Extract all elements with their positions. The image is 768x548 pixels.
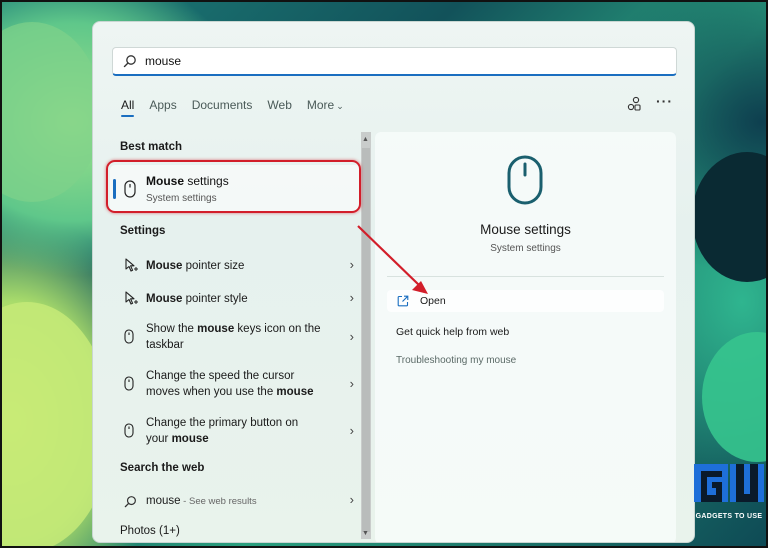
settings-heading: Settings xyxy=(120,225,166,237)
troubleshooting-link[interactable]: Troubleshooting my mouse xyxy=(396,355,516,366)
divider xyxy=(387,276,664,277)
search-web-heading: Search the web xyxy=(120,462,205,474)
web-search-result[interactable]: mouse - See web results › xyxy=(110,490,360,514)
search-icon xyxy=(124,496,136,508)
watermark-text: GADGETS TO USE xyxy=(695,513,763,520)
chevron-down-icon: ⌄ xyxy=(336,101,344,111)
settings-item-label: Mouse pointer style xyxy=(146,293,248,305)
detail-title: Mouse settings xyxy=(480,222,571,237)
settings-item-label: Change the primary button on your mouse xyxy=(146,417,299,445)
detail-subtitle: System settings xyxy=(490,243,561,254)
pointer-icon xyxy=(125,258,138,272)
scrollbar-thumb[interactable] xyxy=(362,148,370,532)
annotation-highlight-box xyxy=(106,160,361,213)
chevron-right-icon: › xyxy=(349,257,354,272)
chevron-right-icon: › xyxy=(349,492,354,507)
share-icon[interactable] xyxy=(626,96,642,112)
search-box[interactable] xyxy=(112,47,677,76)
mouse-icon xyxy=(124,376,134,391)
tab-apps[interactable]: Apps xyxy=(149,98,176,112)
search-input[interactable] xyxy=(145,54,645,68)
quick-help-heading: Get quick help from web xyxy=(396,326,510,338)
wallpaper-shape xyxy=(702,332,766,462)
filter-tabs: All Apps Documents Web More ⌄ xyxy=(121,98,359,117)
search-icon xyxy=(123,55,136,68)
open-button[interactable]: Open xyxy=(387,290,664,312)
scroll-down-icon[interactable]: ▼ xyxy=(362,530,369,537)
tab-more-label: More xyxy=(306,98,335,112)
open-label: Open xyxy=(420,295,446,307)
mouse-icon xyxy=(124,329,134,344)
chevron-right-icon: › xyxy=(349,376,354,391)
settings-item-pointer-style[interactable]: Mouse pointer style › xyxy=(110,286,360,312)
tab-web[interactable]: Web xyxy=(267,98,291,112)
settings-item-label: Show the mouse keys icon on the taskbar xyxy=(146,323,321,351)
start-search-panel: All Apps Documents Web More⌄ ··· Best ma… xyxy=(92,21,695,543)
open-external-icon xyxy=(397,295,409,307)
chevron-right-icon: › xyxy=(349,329,354,344)
pointer-icon xyxy=(125,291,138,305)
chevron-right-icon: › xyxy=(349,290,354,305)
tab-documents[interactable]: Documents xyxy=(192,98,253,112)
settings-item-primary-button[interactable]: Change the primary button on your mouse … xyxy=(110,413,360,451)
settings-item-cursor-speed[interactable]: Change the speed the cursor moves when y… xyxy=(110,366,360,404)
wallpaper-shape xyxy=(2,22,102,202)
logo-mark xyxy=(694,464,764,502)
mouse-icon xyxy=(507,155,543,205)
web-result-label: mouse - See web results xyxy=(146,495,257,507)
settings-item-label: Change the speed the cursor moves when y… xyxy=(146,370,314,398)
settings-item-mouse-keys-icon[interactable]: Show the mouse keys icon on the taskbar … xyxy=(110,319,360,357)
desktop-background: All Apps Documents Web More⌄ ··· Best ma… xyxy=(0,0,768,548)
tab-all[interactable]: All xyxy=(121,98,135,117)
scroll-up-icon[interactable]: ▲ xyxy=(362,136,369,143)
wallpaper-shape xyxy=(692,152,766,282)
more-options-icon[interactable]: ··· xyxy=(656,93,673,109)
mouse-icon xyxy=(124,423,134,438)
best-match-heading: Best match xyxy=(120,141,182,153)
gadgets-to-use-logo: GADGETS TO USE xyxy=(692,462,766,520)
settings-item-pointer-size[interactable]: Mouse pointer size › xyxy=(110,253,360,279)
chevron-right-icon: › xyxy=(349,423,354,438)
settings-item-label: Mouse pointer size xyxy=(146,260,245,272)
tab-more[interactable]: More ⌄ xyxy=(307,98,344,112)
results-scrollbar[interactable]: ▲ ▼ xyxy=(361,132,371,539)
photos-heading: Photos (1+) xyxy=(120,525,180,537)
detail-pane: Mouse settings System settings Open Get … xyxy=(375,132,676,542)
